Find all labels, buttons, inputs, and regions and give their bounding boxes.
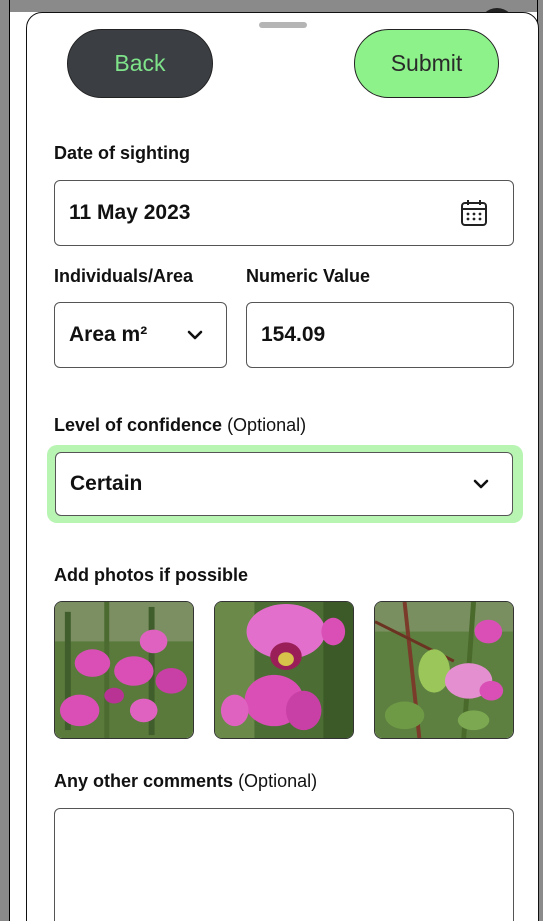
- date-value: 11 May 2023: [69, 201, 191, 224]
- flower-photo-1[interactable]: [54, 601, 194, 739]
- comments-optional-text: (Optional): [238, 771, 318, 791]
- chevron-down-icon: [187, 330, 203, 340]
- flower-photo-2[interactable]: [214, 601, 354, 739]
- unit-select-value: Area m²: [69, 323, 148, 346]
- comments-textarea[interactable]: [54, 808, 514, 921]
- unit-label: Individuals/Area: [54, 266, 194, 286]
- back-button[interactable]: Back: [67, 29, 213, 98]
- calendar-icon[interactable]: [459, 198, 489, 228]
- sheet-drag-handle[interactable]: [259, 22, 307, 28]
- flower-photo-3[interactable]: [374, 601, 514, 739]
- confidence-label: Level of confidence (Optional): [54, 415, 306, 436]
- numeric-value-input[interactable]: 154.09: [246, 302, 514, 368]
- comments-label-text: Any other comments: [54, 771, 234, 791]
- chevron-down-icon: [473, 479, 489, 489]
- confidence-label-text: Level of confidence: [54, 415, 223, 435]
- confidence-select[interactable]: Certain: [55, 452, 513, 516]
- background-left-edge: [0, 0, 10, 921]
- background-top-edge: [0, 0, 543, 12]
- confidence-optional-text: (Optional): [227, 415, 307, 435]
- numeric-value: 154.09: [261, 323, 326, 346]
- date-label: Date of sighting: [54, 143, 190, 163]
- submit-button[interactable]: Submit: [354, 29, 499, 98]
- photos-label: Add photos if possible: [54, 565, 248, 585]
- unit-select[interactable]: Area m²: [54, 302, 227, 368]
- confidence-select-value: Certain: [70, 472, 143, 495]
- bottom-sheet: Back Submit Date of sighting 11 May 2023…: [26, 12, 539, 921]
- numeric-value-label: Numeric Value: [246, 266, 371, 286]
- comments-label: Any other comments (Optional): [54, 771, 317, 792]
- date-field[interactable]: 11 May 2023: [54, 180, 514, 246]
